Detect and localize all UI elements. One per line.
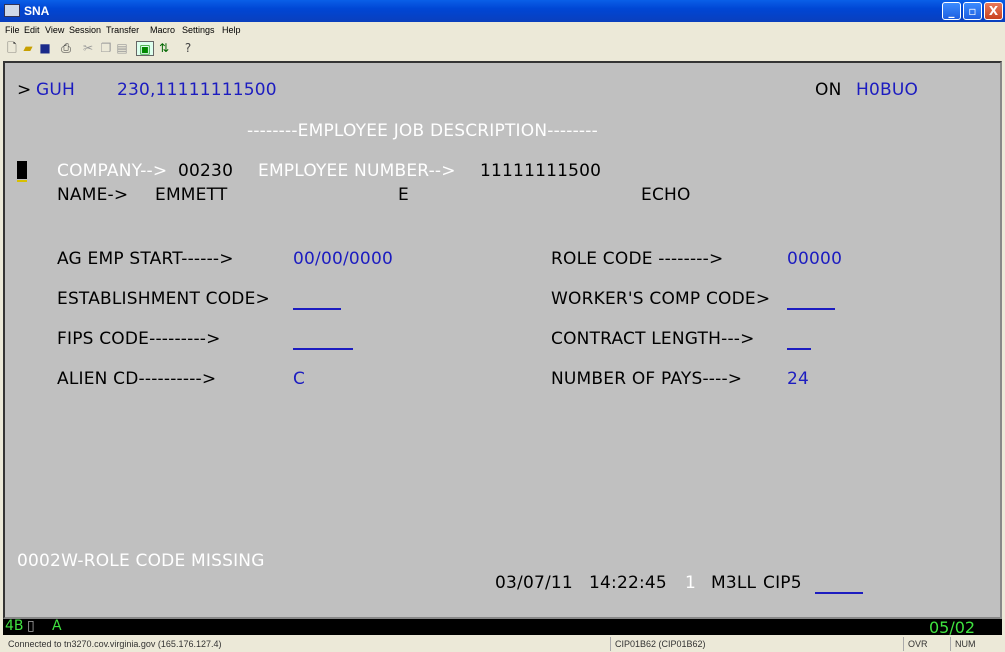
menu-edit[interactable]: Edit (24, 25, 40, 35)
menu-help[interactable]: Help (222, 25, 241, 35)
establishment-code-input[interactable] (293, 291, 341, 310)
menu-file[interactable]: File (5, 25, 20, 35)
toolbar: 🗋 ▰ ■ ⎙ ✂ ❐ ▤ ▣ ⇅ ? (0, 39, 1005, 58)
help-icon[interactable]: ? (180, 41, 196, 56)
contract-length-label: CONTRACT LENGTH---> (551, 329, 755, 349)
date: 03/07/11 (495, 573, 573, 593)
window-title: SNA (24, 4, 50, 18)
new-icon[interactable]: 🗋 (4, 41, 20, 56)
role-code-input[interactable]: 00000 (787, 249, 842, 269)
status-bar: Connected to tn3270.cov.virginia.gov (16… (0, 636, 1005, 652)
menu-transfer[interactable]: Transfer (106, 25, 139, 35)
cursor-block (17, 161, 27, 179)
menu-session[interactable]: Session (69, 25, 101, 35)
ag-emp-start-label: AG EMP START------> (57, 249, 234, 269)
title-bar: SNA _ ▫ X (0, 0, 1005, 22)
error-message: 0002W-ROLE CODE MISSING (17, 551, 265, 571)
role-code-label: ROLE CODE --------> (551, 249, 724, 269)
sna-app-icon[interactable] (4, 4, 20, 17)
num-indicator: NUM (950, 637, 1005, 651)
print-icon[interactable]: ⎙ (58, 41, 74, 56)
copy-icon[interactable]: ❐ (98, 41, 114, 56)
company-value: 00230 (178, 161, 234, 181)
fips-code-input[interactable] (293, 331, 353, 350)
menu-bar: File Edit View Session Transfer Macro Se… (0, 22, 1005, 39)
oia-mode: A (52, 618, 62, 634)
workers-comp-code-label: WORKER'S COMP CODE> (551, 289, 771, 309)
maximize-button[interactable]: ▫ (963, 2, 982, 20)
menu-view[interactable]: View (45, 25, 64, 35)
employee-number-label: EMPLOYEE NUMBER--> (258, 161, 456, 181)
cics-input[interactable] (815, 575, 863, 594)
workers-comp-code-input[interactable] (787, 291, 835, 310)
time: 14:22:45 (589, 573, 667, 593)
minimize-button[interactable]: _ (942, 2, 961, 20)
ovr-indicator: OVR (903, 637, 943, 651)
separator: 1 (685, 573, 697, 593)
on-label: ON (815, 80, 842, 100)
cursor-underline (17, 180, 27, 182)
lu-name: CIP01B62 (CIP01B62) (610, 637, 770, 651)
employee-number-value: 11111111500 (480, 161, 602, 181)
menu-macro[interactable]: Macro (150, 25, 175, 35)
last-name: ECHO (641, 185, 691, 205)
name-label: NAME-> (57, 185, 129, 205)
contract-length-input[interactable] (787, 331, 811, 350)
establishment-code-label: ESTABLISHMENT CODE> (57, 289, 270, 309)
close-button[interactable]: X (984, 2, 1003, 20)
cut-icon[interactable]: ✂ (80, 41, 96, 56)
command-code[interactable]: GUH (36, 80, 75, 100)
oia-box-icon: ▯ (27, 618, 35, 634)
terminal-screen[interactable]: > GUH 230,11111111500 ON H0BUO --------E… (3, 61, 1002, 619)
alien-cd-label: ALIEN CD----------> (57, 369, 217, 389)
screen-title: --------EMPLOYEE JOB DESCRIPTION-------- (247, 121, 598, 141)
transfer-icon[interactable]: ⇅ (156, 41, 172, 56)
cursor-position: 05/02 (929, 618, 976, 637)
paste-icon[interactable]: ▤ (114, 41, 130, 56)
first-name: EMMETT (155, 185, 228, 205)
middle-initial: E (398, 185, 409, 205)
save-icon[interactable]: ■ (37, 41, 53, 56)
open-icon[interactable]: ▰ (20, 41, 36, 56)
system-id: H0BUO (856, 80, 919, 100)
cics-label: CIP5 (763, 573, 802, 593)
fips-code-label: FIPS CODE---------> (57, 329, 221, 349)
oia-left: 4B (5, 618, 24, 634)
company-label: COMPANY--> (57, 161, 168, 181)
terminal-id: M3LL (711, 573, 757, 593)
command-args[interactable]: 230,11111111500 (117, 80, 277, 100)
number-of-pays-label: NUMBER OF PAYS----> (551, 369, 743, 389)
menu-settings[interactable]: Settings (182, 25, 215, 35)
number-of-pays-input[interactable]: 24 (787, 369, 809, 389)
alien-cd-input[interactable]: C (293, 369, 305, 389)
connection-status: Connected to tn3270.cov.virginia.gov (16… (8, 639, 222, 649)
ag-emp-start-input[interactable]: 00/00/0000 (293, 249, 393, 269)
operator-info-area: 4B ▯ A 05/02 (3, 618, 1002, 637)
command-prompt: > (17, 80, 32, 100)
send-icon[interactable]: ▣ (136, 41, 154, 56)
